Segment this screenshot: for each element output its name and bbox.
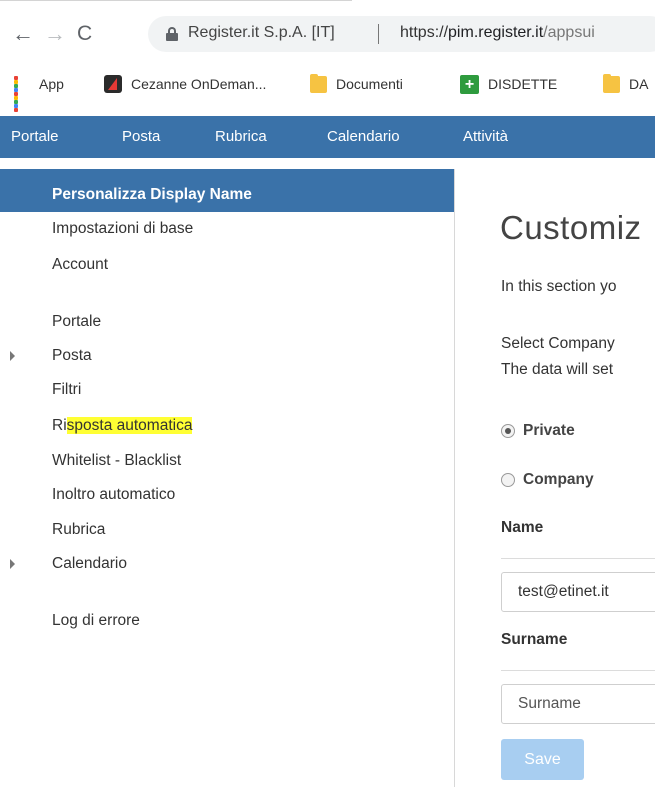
sidebar-item-impostazioni-di-base[interactable]: Impostazioni di base [52,220,193,238]
bookmark-cezanne[interactable]: Cezanne OnDeman... [104,73,266,95]
bookmark-label: DISDETTE [488,76,558,92]
radio-label: Company [523,471,594,488]
sidebar-item-inoltro-automatico[interactable]: Inoltro automatico [52,486,175,504]
apps-grid-icon [14,76,30,112]
radio-company[interactable]: Company [501,468,594,492]
address-separator [378,24,379,44]
radio-private[interactable]: Private [501,419,575,443]
sidebar-item-whitelist-blacklist[interactable]: Whitelist - Blacklist [52,452,181,470]
radio-checked-icon[interactable] [501,424,515,438]
lock-icon[interactable] [166,27,178,41]
bookmark-label: App [39,76,64,92]
bookmarks-bar: App Cezanne OnDeman... Documenti + DISDE… [0,65,655,112]
settings-sidebar: Personalizza Display Name Impostazioni d… [0,169,454,787]
bookmark-label: Documenti [336,76,403,92]
intro-text: In this section yo [501,278,617,295]
nav-portale[interactable]: Portale [11,128,59,145]
nav-calendario[interactable]: Calendario [327,128,400,145]
select-instruction: Select Company [501,335,615,352]
sidebar-item-label: Ri [52,417,67,434]
app-top-nav: Portale Posta Rubrica Calendario Attivit… [0,116,655,158]
expand-caret-icon[interactable] [10,351,15,361]
sidebar-item-personalizza-display-name[interactable]: Personalizza Display Name [0,169,454,212]
sidebar-item-account[interactable]: Account [52,256,108,274]
bookmark-label: DA [629,76,649,92]
tab-strip-edge [0,0,352,1]
browser-toolbar: ← → C Register.it S.p.A. [IT] https://pi… [0,16,655,52]
surname-field[interactable] [501,684,655,724]
bookmark-disdette[interactable]: + DISDETTE [460,73,557,95]
bookmark-documenti[interactable]: Documenti [310,73,403,95]
browser-chrome: ← → C Register.it S.p.A. [IT] https://pi… [0,0,655,112]
forward-arrow-icon[interactable]: → [44,20,66,48]
bookmark-label: Cezanne OnDeman... [131,76,267,92]
nav-posta[interactable]: Posta [122,128,160,145]
field-separator [501,670,655,671]
select-note: The data will set [501,361,613,378]
sidebar-item-portale[interactable]: Portale [52,313,101,331]
sidebar-item-label: Personalizza Display Name [52,186,252,203]
folder-icon [603,73,620,93]
page-title: Customiz [500,209,642,246]
nav-rubrica[interactable]: Rubrica [215,128,267,145]
cezanne-icon [104,75,122,93]
field-separator [501,558,655,559]
sidebar-item-risposta-automatica[interactable]: Risposta automatica [52,417,193,435]
radio-label: Private [523,422,575,439]
sidebar-item-log-di-errore[interactable]: Log di errore [52,612,140,630]
sidebar-item-filtri[interactable]: Filtri [52,381,81,399]
sidebar-item-posta[interactable]: Posta [52,347,92,365]
sidebar-item-calendario[interactable]: Calendario [52,555,127,573]
folder-icon [310,73,327,93]
expand-caret-icon[interactable] [10,559,15,569]
name-label: Name [501,519,544,536]
name-field[interactable] [501,572,655,612]
reload-icon[interactable]: C [77,20,92,48]
sidebar-item-rubrica[interactable]: Rubrica [52,521,105,539]
disdette-icon: + [460,74,479,94]
back-arrow-icon[interactable]: ← [12,20,34,48]
bookmark-apps[interactable]: App [14,73,64,112]
main-content: Customiz In this section yo Select Compa… [455,169,655,787]
url-text[interactable]: https://pim.register.it/appsui [400,24,595,42]
save-button[interactable]: Save [501,739,584,780]
highlighted-text: sposta automatica [66,417,193,434]
address-bar[interactable]: Register.it S.p.A. [IT] https://pim.regi… [148,16,655,52]
radio-unchecked-icon[interactable] [501,473,515,487]
site-identity: Register.it S.p.A. [IT] [188,24,335,41]
bookmark-da[interactable]: DA [603,73,648,95]
surname-label: Surname [501,631,568,648]
nav-attivita[interactable]: Attività [463,128,508,145]
